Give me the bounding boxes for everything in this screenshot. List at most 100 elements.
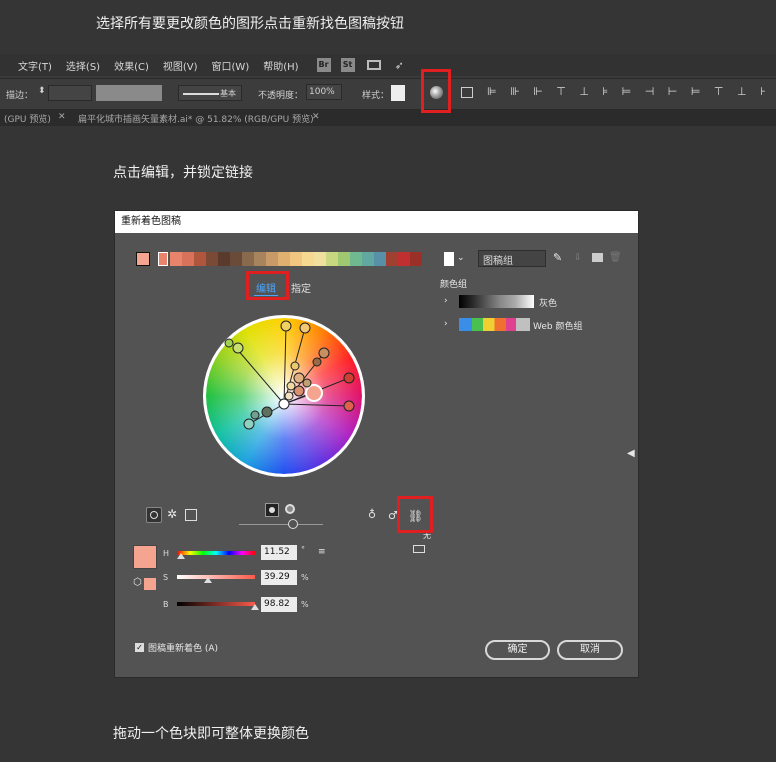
menu-effect[interactable]: 效果(C)	[114, 58, 149, 73]
gpu-rocket-icon[interactable]: ➶	[395, 59, 404, 72]
brightness-value-slider[interactable]	[177, 602, 255, 606]
palette-swatch[interactable]	[206, 252, 218, 266]
palette-swatch[interactable]	[350, 252, 362, 266]
menu-type[interactable]: 文字(T)	[18, 58, 52, 73]
opacity-label: 不透明度：	[258, 91, 304, 101]
add-color-tool-icon[interactable]: ♁	[368, 508, 376, 521]
show-brightness-icon[interactable]	[285, 504, 295, 514]
cancel-button[interactable]: 取消	[557, 640, 623, 660]
hue-handle[interactable]	[177, 553, 185, 559]
gray-group-swatches[interactable]	[459, 295, 534, 308]
control-bar: 描边： ⬍ 基本 不透明度： 100% 样式： ⊫ ⊪ ⊩ ⊤ ⊥ ⊧ ⊨ ⊣ …	[0, 78, 776, 110]
palette-swatch[interactable]	[302, 252, 314, 266]
eyedropper-icon[interactable]: ✎	[553, 251, 562, 264]
recolor-checkbox-label: 图稿重新着色 (A)	[148, 644, 219, 654]
brightness-slider[interactable]	[239, 524, 323, 525]
collapse-panel-icon[interactable]: ◀	[627, 448, 635, 459]
hue-value[interactable]: 11.52	[261, 545, 297, 560]
menu-view[interactable]: 视图(V)	[163, 58, 198, 73]
palette-swatch[interactable]	[254, 252, 266, 266]
palette-swatch[interactable]	[242, 252, 254, 266]
saturation-value[interactable]: 39.29	[261, 570, 297, 585]
save-group-icon[interactable]: ⇩	[574, 253, 582, 263]
palette-swatch[interactable]	[170, 252, 182, 266]
palette-swatch[interactable]	[338, 252, 350, 266]
stroke-weight-field[interactable]	[48, 85, 92, 101]
palette-swatch[interactable]	[326, 252, 338, 266]
highlight-edit-tab	[246, 271, 289, 300]
tab-previous[interactable]: (GPU 预览)	[4, 112, 51, 125]
palette-swatch[interactable]	[362, 252, 374, 266]
brightness-handle[interactable]	[251, 604, 259, 610]
saturation-handle[interactable]	[204, 577, 212, 583]
segmented-wheel-icon[interactable]: ✲	[167, 507, 177, 521]
bounding-box-icon[interactable]	[461, 87, 473, 98]
highlight-link-button	[397, 496, 433, 533]
ok-button[interactable]: 确定	[485, 640, 550, 660]
palette-swatch[interactable]	[314, 252, 326, 266]
gamut-swatch[interactable]	[144, 578, 156, 590]
illustrator-toolbar-area: 文字(T) 选择(S) 效果(C) 视图(V) 窗口(W) 帮助(H) Br S…	[0, 54, 776, 126]
new-folder-icon[interactable]	[592, 253, 603, 262]
palette-swatch[interactable]	[386, 252, 398, 266]
h-label: H	[163, 549, 170, 558]
palette-swatch[interactable]	[278, 252, 290, 266]
caption-middle: 点击编辑，并锁定链接	[113, 165, 253, 181]
saturation-slider[interactable]	[177, 575, 255, 579]
brightness-slider-handle[interactable]	[288, 519, 298, 529]
tab-assign[interactable]: 指定	[291, 280, 311, 295]
palette-white-swatch[interactable]	[444, 252, 454, 266]
dialog-title: 重新着色图稿	[115, 211, 638, 233]
smooth-wheel-button[interactable]	[146, 507, 162, 523]
grid-icon[interactable]	[413, 545, 425, 553]
stock-icon[interactable]: St	[340, 58, 355, 72]
menu-help[interactable]: 帮助(H)	[263, 58, 298, 73]
menu-bar: 文字(T) 选择(S) 效果(C) 视图(V) 窗口(W) 帮助(H) Br S…	[0, 54, 776, 76]
tab-close-icon[interactable]: ✕	[58, 112, 66, 122]
menu-select[interactable]: 选择(S)	[66, 58, 100, 73]
tab-close-icon-2[interactable]: ✕	[312, 112, 320, 122]
active-color-swatch[interactable]	[133, 545, 157, 569]
tab-current[interactable]: 扁平化城市插画矢量素材.ai* @ 51.82% (RGB/GPU 预览)	[78, 112, 314, 125]
menu-window[interactable]: 窗口(W)	[212, 58, 250, 73]
bridge-icon[interactable]: Br	[316, 58, 331, 72]
brightness-value[interactable]: 98.82	[261, 597, 297, 612]
stroke-stepper-icon[interactable]: ⬍	[38, 86, 46, 96]
palette-dropdown-icon[interactable]: ⌄	[457, 253, 465, 263]
stroke-label: 描边：	[6, 91, 34, 101]
expand-web-icon[interactable]: ›	[444, 319, 448, 329]
graphic-style-swatch[interactable]	[391, 85, 405, 101]
stroke-style-label: 基本	[220, 89, 236, 98]
expand-gray-icon[interactable]: ›	[444, 296, 448, 306]
palette-swatch[interactable]	[230, 252, 242, 266]
align-icons[interactable]: ⊫ ⊪ ⊩ ⊤ ⊥ ⊧ ⊨ ⊣ ⊢ ⊨ ⊤ ⊥ ⊦	[487, 85, 771, 98]
b-unit: %	[301, 600, 309, 609]
preset-select[interactable]: 图稿组	[478, 250, 546, 267]
options-menu-icon[interactable]: ≡	[318, 547, 326, 557]
current-color-swatch[interactable]	[136, 252, 150, 266]
caption-bottom: 拖动一个色块即可整体更换颜色	[113, 726, 309, 742]
palette-swatch[interactable]	[182, 252, 194, 266]
style-label: 样式：	[362, 91, 390, 101]
palette-swatch[interactable]	[374, 252, 386, 266]
variable-width-swatch[interactable]	[96, 85, 162, 101]
workspace-icon[interactable]	[366, 60, 381, 70]
opacity-field[interactable]: 100%	[306, 84, 342, 100]
color-groups-label: 颜色组	[440, 280, 468, 290]
recolor-checkbox[interactable]: ✓	[135, 643, 144, 652]
delete-icon[interactable]: 🗑	[609, 252, 622, 263]
palette-swatch[interactable]	[218, 252, 230, 266]
color-palette-strip[interactable]	[170, 252, 422, 266]
show-saturation-button[interactable]	[265, 503, 279, 517]
palette-swatch[interactable]	[290, 252, 302, 266]
palette-swatch[interactable]	[410, 252, 422, 266]
palette-swatch[interactable]	[194, 252, 206, 266]
palette-start-swatch[interactable]	[158, 252, 168, 266]
palette-swatch[interactable]	[266, 252, 278, 266]
hue-slider[interactable]	[177, 551, 255, 555]
h-unit: °	[301, 545, 305, 554]
palette-swatch[interactable]	[398, 252, 410, 266]
color-wheel[interactable]	[199, 311, 369, 481]
color-bars-icon[interactable]	[185, 509, 197, 521]
web-group-swatches[interactable]	[459, 318, 530, 331]
